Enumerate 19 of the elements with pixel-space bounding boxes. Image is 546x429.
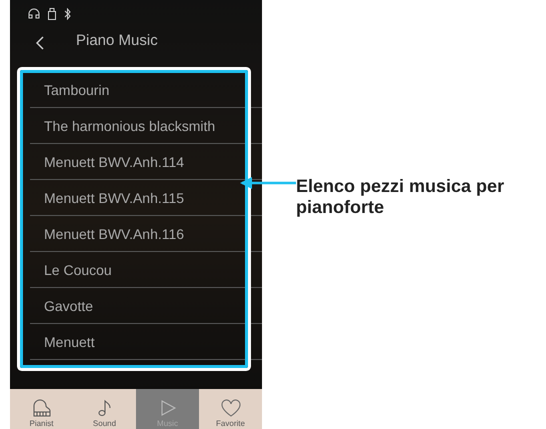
list-row[interactable]: Gavotte [30, 288, 262, 324]
callout-arrow [240, 176, 296, 190]
bluetooth-icon [64, 8, 71, 20]
tab[interactable]: Sound [73, 389, 136, 429]
tab[interactable]: Favorite [199, 389, 262, 429]
list-row[interactable]: Le Coucou [30, 252, 262, 288]
heart-icon [220, 398, 242, 418]
list-row[interactable]: Menuett BWV.Anh.114 [30, 144, 262, 180]
list-row[interactable]: Tambourin [30, 72, 262, 108]
list-row[interactable]: Menuett [30, 324, 262, 360]
callout-label: Elenco pezzi musica per pianoforte [296, 176, 506, 218]
screen-title: Piano Music [76, 32, 158, 48]
piano-icon [32, 398, 52, 418]
list-row[interactable]: Menuett BWV.Anh.116 [30, 216, 262, 252]
list-row[interactable]: The harmonious blacksmith [30, 108, 262, 144]
back-icon[interactable] [36, 36, 44, 50]
usb-stick-icon [48, 8, 56, 20]
tab[interactable]: Pianist [10, 389, 73, 429]
headphones-icon [28, 8, 40, 19]
